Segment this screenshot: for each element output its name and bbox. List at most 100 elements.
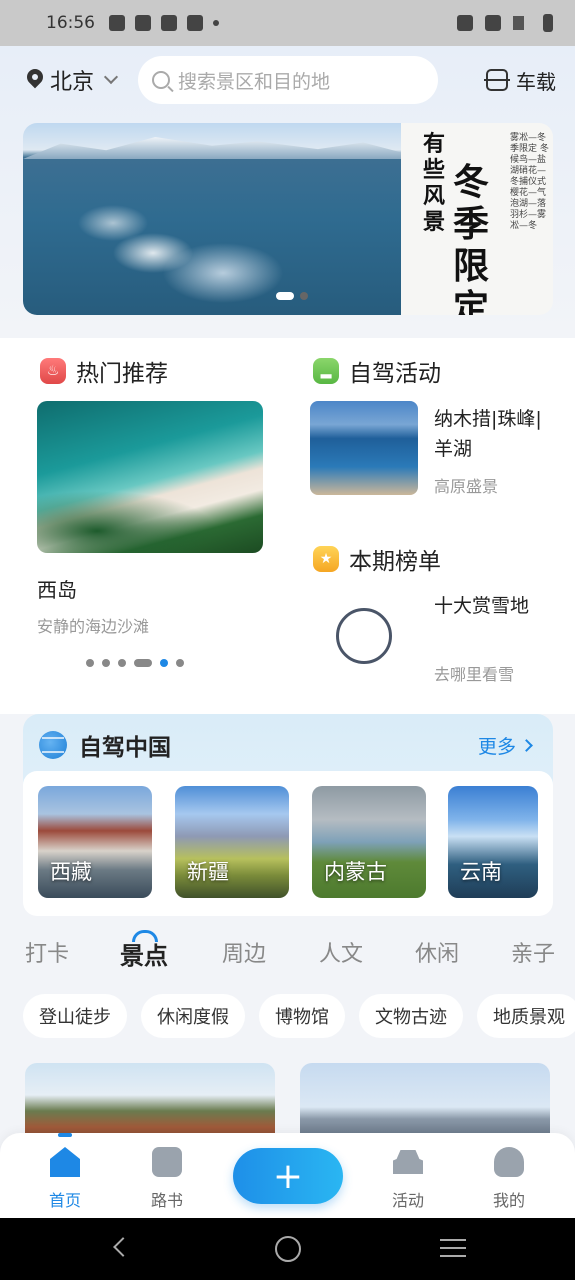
feed-card-image[interactable] bbox=[300, 1063, 550, 1143]
more-link[interactable]: 更多 bbox=[477, 732, 533, 759]
bottom-nav: 首页 路书 + 活动 我的 bbox=[0, 1133, 575, 1218]
nav-me[interactable]: 我的 bbox=[474, 1147, 544, 1211]
nav-home-label: 首页 bbox=[48, 1191, 81, 1210]
region-tibet[interactable]: 西藏 bbox=[38, 786, 152, 898]
top-bar: 北京 搜索景区和目的地 车载 bbox=[26, 56, 556, 104]
city-label: 北京 bbox=[50, 70, 95, 95]
hot-card-title[interactable]: 西岛 bbox=[37, 574, 77, 603]
settings-icon bbox=[109, 15, 125, 31]
banner-title-big: 冬季限定 bbox=[453, 161, 490, 315]
region-inner-mongolia[interactable]: 内蒙古 bbox=[312, 786, 426, 898]
nav-active-indicator bbox=[58, 1133, 72, 1137]
pager-dot bbox=[134, 659, 152, 667]
region-yunnan[interactable]: 云南 bbox=[448, 786, 538, 898]
home-icon bbox=[50, 1147, 80, 1177]
hot-recommend-label: 热门推荐 bbox=[76, 361, 168, 387]
feed-card-image[interactable] bbox=[25, 1063, 275, 1143]
car-icon bbox=[393, 1150, 423, 1174]
city-selector[interactable]: 北京 bbox=[26, 64, 119, 96]
chip-vacation[interactable]: 休闲度假 bbox=[141, 994, 245, 1038]
nav-activity[interactable]: 活动 bbox=[373, 1147, 443, 1211]
vibrate-icon bbox=[457, 15, 473, 31]
pager-dot bbox=[86, 659, 94, 667]
roadbook-icon bbox=[152, 1147, 182, 1177]
nav-home[interactable]: 首页 bbox=[30, 1147, 100, 1211]
car-mode-button[interactable]: 车载 bbox=[484, 66, 556, 95]
tab-leisure[interactable]: 休闲 bbox=[415, 936, 459, 968]
drive-china-header: 自驾中国 bbox=[39, 728, 171, 762]
pager-dot-active bbox=[160, 659, 168, 667]
drive-activity-image[interactable] bbox=[310, 401, 418, 495]
search-icon bbox=[152, 71, 171, 89]
tab-family[interactable]: 亲子 bbox=[511, 936, 555, 968]
drive-china-card: 自驾中国 更多 西藏 新疆 内蒙古 云南 bbox=[23, 714, 553, 916]
drive-activity-label: 自驾活动 bbox=[349, 361, 441, 387]
chip-museum[interactable]: 博物馆 bbox=[259, 994, 345, 1038]
ranking-header: ★ 本期榜单 bbox=[313, 542, 441, 576]
region-label: 新疆 bbox=[187, 860, 229, 884]
more-label: 更多 bbox=[477, 736, 516, 758]
pager-dot bbox=[176, 659, 184, 667]
nav-roadbook[interactable]: 路书 bbox=[132, 1147, 202, 1211]
pager-dot bbox=[102, 659, 110, 667]
nav-roadbook-label: 路书 bbox=[150, 1191, 183, 1210]
nav-activity-label: 活动 bbox=[391, 1191, 424, 1210]
hot-card-pager bbox=[86, 659, 184, 667]
loading-spinner bbox=[336, 608, 392, 664]
globe-icon bbox=[39, 731, 67, 759]
car-mode-label: 车载 bbox=[516, 69, 556, 94]
tab-nearby[interactable]: 周边 bbox=[222, 936, 266, 968]
chevron-down-icon bbox=[103, 69, 119, 85]
hot-card-image[interactable] bbox=[37, 401, 263, 553]
scan-icon bbox=[484, 69, 510, 91]
banner-dot[interactable] bbox=[300, 292, 308, 300]
region-label: 西藏 bbox=[50, 860, 92, 884]
banner-dot-active[interactable] bbox=[276, 292, 294, 300]
drive-activity-header: ▂ 自驾活动 bbox=[313, 354, 441, 388]
tab-culture[interactable]: 人文 bbox=[319, 936, 363, 968]
banner-title-small: 有些风景 bbox=[423, 131, 446, 235]
hot-card-subtitle: 安静的海边沙滩 bbox=[37, 617, 150, 636]
flame-icon: ♨ bbox=[40, 358, 66, 384]
region-label: 内蒙古 bbox=[324, 860, 387, 884]
back-icon[interactable] bbox=[113, 1237, 133, 1257]
more-notifications-icon bbox=[213, 20, 219, 26]
clock: 16:56 bbox=[46, 13, 95, 33]
system-nav-bar bbox=[0, 1218, 575, 1280]
search-input[interactable]: 搜索景区和目的地 bbox=[138, 56, 439, 104]
user-icon bbox=[494, 1147, 524, 1177]
region-label: 云南 bbox=[460, 860, 502, 884]
promo-banner[interactable]: 有些风景 冬季限定 雾凇—冬季限定 冬候鸟—盐湖硝花—冬捕仪式 樱花—气泡湖—落… bbox=[23, 123, 553, 315]
crown-icon: ★ bbox=[313, 546, 339, 572]
chevron-right-icon bbox=[520, 739, 533, 752]
nav-me-label: 我的 bbox=[492, 1191, 525, 1210]
region-xinjiang[interactable]: 新疆 bbox=[175, 786, 289, 898]
chip-geology[interactable]: 地质景观 bbox=[477, 994, 575, 1038]
drive-activity-subtitle: 高原盛景 bbox=[434, 477, 499, 496]
ranking-title[interactable]: 十大赏雪地 bbox=[434, 591, 544, 621]
chip-heritage[interactable]: 文物古迹 bbox=[359, 994, 463, 1038]
battery-icon bbox=[543, 14, 553, 32]
chip-hiking[interactable]: 登山徒步 bbox=[23, 994, 127, 1038]
create-button[interactable]: + bbox=[233, 1148, 343, 1204]
category-tabs: 打卡 景点 周边 人文 休闲 亲子 bbox=[0, 930, 575, 974]
filter-chips: 登山徒步 休闲度假 博物馆 文物古迹 地质景观 bbox=[23, 994, 575, 1038]
drive-china-title: 自驾中国 bbox=[79, 735, 171, 761]
drive-activity-title[interactable]: 纳木措|珠峰|羊湖 bbox=[434, 404, 544, 464]
system-home-icon[interactable] bbox=[275, 1236, 301, 1262]
hot-recommend-header: ♨ 热门推荐 bbox=[40, 354, 168, 388]
ranking-label: 本期榜单 bbox=[349, 549, 441, 575]
car-icon: ▂ bbox=[313, 358, 339, 384]
mail-icon bbox=[161, 15, 177, 31]
pager-dot bbox=[118, 659, 126, 667]
tab-checkin[interactable]: 打卡 bbox=[25, 936, 69, 968]
status-bar: 16:56 bbox=[0, 0, 575, 46]
recents-icon[interactable] bbox=[440, 1239, 466, 1257]
signal-icon bbox=[513, 16, 531, 30]
ranking-subtitle: 去哪里看雪 bbox=[434, 665, 515, 684]
notification-icon bbox=[135, 15, 151, 31]
tab-scenic[interactable]: 景点 bbox=[120, 936, 168, 971]
location-pin-icon bbox=[26, 69, 44, 91]
banner-pager bbox=[276, 292, 308, 300]
region-list: 西藏 新疆 内蒙古 云南 bbox=[23, 771, 553, 916]
